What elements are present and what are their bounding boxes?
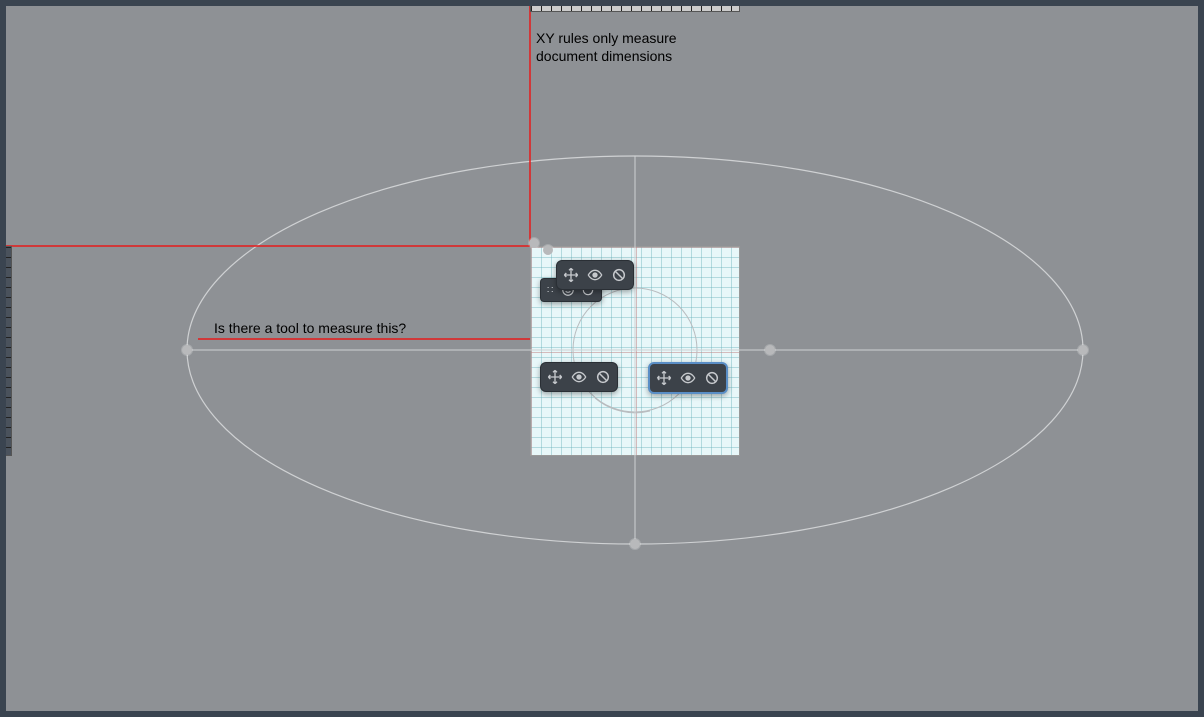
ruler-vertical[interactable]: [0, 246, 12, 456]
handle-axis-mid[interactable]: [765, 345, 775, 355]
eye-icon[interactable]: [587, 267, 603, 283]
object-toolbar-left[interactable]: [540, 362, 618, 392]
ruler-horizontal[interactable]: [530, 0, 740, 12]
handle-doc-corner-b[interactable]: [543, 245, 553, 255]
move-icon[interactable]: [563, 267, 579, 283]
object-toolbar-right[interactable]: [648, 362, 728, 394]
object-toolbar-primary[interactable]: [556, 260, 634, 290]
move-icon[interactable]: [656, 370, 672, 386]
eye-icon[interactable]: [680, 370, 696, 386]
geometry-overlay: [0, 0, 1204, 717]
forbid-icon[interactable]: [595, 369, 611, 385]
handle-doc-corner-a[interactable]: [529, 238, 539, 248]
eye-icon[interactable]: [571, 369, 587, 385]
forbid-icon[interactable]: [704, 370, 720, 386]
annotation-ruler-note: XY rules only measure document dimension…: [536, 30, 677, 65]
handle-ellipse-bottom[interactable]: [630, 539, 640, 549]
annotation-measure-question: Is there a tool to measure this?: [214, 320, 406, 338]
canvas-viewport[interactable]: XY rules only measure document dimension…: [0, 0, 1204, 717]
handle-ellipse-left[interactable]: [182, 345, 192, 355]
handle-ellipse-right[interactable]: [1078, 345, 1088, 355]
move-icon[interactable]: ∷: [547, 285, 555, 296]
move-icon[interactable]: [547, 369, 563, 385]
forbid-icon[interactable]: [611, 267, 627, 283]
